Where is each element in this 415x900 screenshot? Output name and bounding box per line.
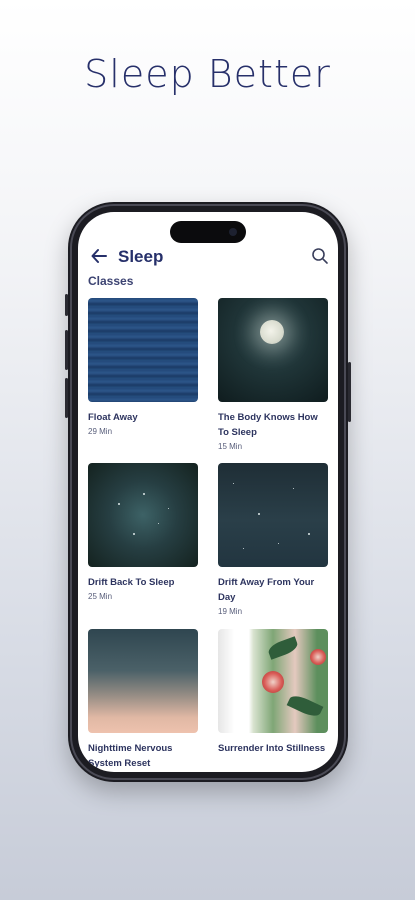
phone-action-button: [65, 294, 68, 316]
class-title: Float Away: [88, 412, 138, 423]
class-thumbnail: [218, 298, 328, 402]
class-title: Surrender Into Stillness: [218, 743, 326, 754]
class-duration: 25 Min: [88, 592, 113, 601]
class-thumbnail: [88, 629, 198, 733]
class-title: Nighttime Nervous System Reset: [88, 743, 173, 769]
phone-power-button: [348, 362, 351, 422]
class-card[interactable]: Float Away 29 Min: [88, 298, 198, 436]
class-card[interactable]: Nighttime Nervous System Reset: [88, 629, 198, 771]
class-title: The Body Knows How To Sleep: [218, 412, 318, 438]
back-arrow-icon[interactable]: [90, 246, 108, 266]
dynamic-island: [170, 221, 246, 243]
app-header: Sleep: [78, 246, 338, 270]
class-title: Drift Back To Sleep: [88, 577, 175, 588]
phone-volume-down: [65, 378, 68, 418]
class-thumbnail: [88, 463, 198, 567]
class-thumbnail: [218, 463, 328, 567]
class-duration: 19 Min: [218, 607, 243, 616]
class-card[interactable]: Surrender Into Stillness: [218, 629, 328, 756]
class-title: Drift Away From Your Day: [218, 577, 315, 603]
class-card[interactable]: Drift Away From Your Day 19 Min: [218, 463, 328, 616]
class-card[interactable]: The Body Knows How To Sleep 15 Min: [218, 298, 328, 451]
class-duration: 15 Min: [218, 442, 243, 451]
class-thumbnail: [88, 298, 198, 402]
search-icon[interactable]: [310, 246, 330, 266]
section-label: Classes: [88, 274, 134, 288]
phone-volume-up: [65, 330, 68, 370]
class-thumbnail: [218, 629, 328, 733]
class-duration: 29 Min: [88, 427, 113, 436]
page-title: Sleep: [118, 247, 164, 266]
app-screen: Sleep Classes Float Away 29 Min The Body…: [78, 212, 338, 772]
class-card[interactable]: Drift Back To Sleep 25 Min: [88, 463, 198, 601]
phone-frame: Sleep Classes Float Away 29 Min The Body…: [65, 202, 351, 782]
promo-headline: Sleep Better: [84, 52, 331, 96]
